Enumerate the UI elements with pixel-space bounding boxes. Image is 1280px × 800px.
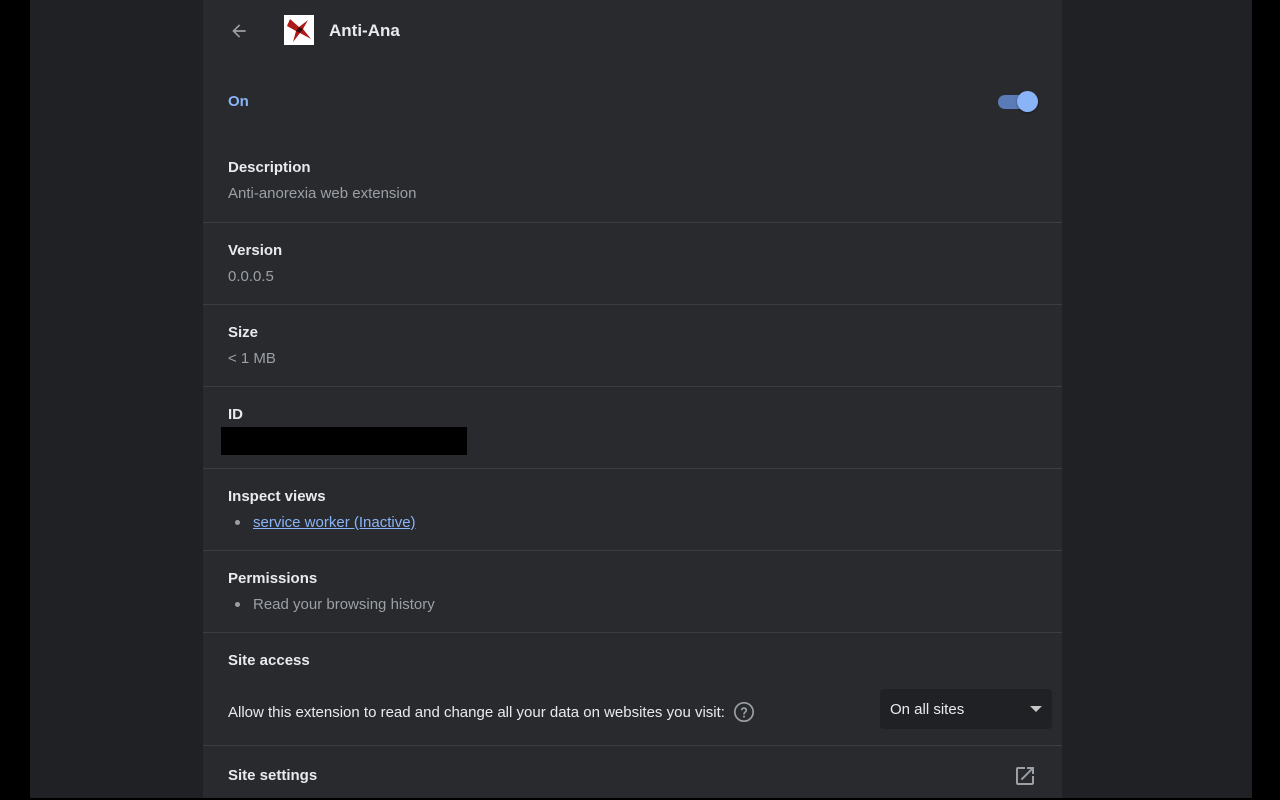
description-section: Description Anti-anorexia web extension: [203, 140, 1062, 222]
id-redacted-value: [221, 427, 467, 455]
extension-title: Anti-Ana: [329, 21, 400, 40]
description-value: Anti-anorexia web extension: [228, 185, 417, 202]
size-section: Size < 1 MB: [203, 304, 1062, 386]
toggle-knob: [1017, 91, 1038, 112]
arrow-left-icon: [232, 24, 246, 38]
site-settings-row[interactable]: Site settings: [203, 745, 1062, 798]
version-title: Version: [228, 242, 283, 259]
id-title: ID: [228, 406, 243, 423]
list-item: Read your browsing history: [235, 596, 435, 613]
help-circle-icon[interactable]: [733, 701, 755, 723]
enable-toggle[interactable]: [998, 91, 1038, 113]
site-access-description: Allow this extension to read and change …: [228, 701, 755, 723]
back-button[interactable]: [225, 17, 253, 45]
details-header: Anti-Ana: [203, 0, 1062, 62]
extension-logo: [284, 15, 314, 45]
bullet-icon: [235, 602, 240, 607]
chevron-down-icon: [1030, 706, 1042, 712]
description-title: Description: [228, 159, 311, 176]
site-access-title: Site access: [228, 652, 310, 669]
permission-text: Read your browsing history: [253, 596, 435, 613]
site-access-section: Site access Allow this extension to read…: [203, 632, 1062, 745]
site-settings-label: Site settings: [228, 767, 318, 784]
size-value: < 1 MB: [228, 350, 276, 367]
list-item: service worker (Inactive): [235, 514, 416, 531]
id-section: ID: [203, 386, 1062, 468]
permissions-section: Permissions Read your browsing history: [203, 550, 1062, 632]
enable-row: On: [203, 62, 1062, 140]
size-title: Size: [228, 324, 259, 341]
site-access-text: Allow this extension to read and change …: [228, 703, 725, 721]
inspect-views-section: Inspect views service worker (Inactive): [203, 468, 1062, 550]
version-value: 0.0.0.5: [228, 268, 274, 285]
open-in-new-icon[interactable]: [1013, 764, 1037, 788]
permissions-title: Permissions: [228, 570, 318, 587]
bullet-icon: [235, 520, 240, 525]
enable-status-label: On: [228, 93, 249, 110]
site-access-selected-value: On all sites: [890, 701, 965, 718]
site-access-select[interactable]: On all sites: [880, 689, 1052, 729]
version-section: Version 0.0.0.5: [203, 222, 1062, 304]
service-worker-link[interactable]: service worker (Inactive): [253, 514, 416, 531]
extension-details-card: Anti-Ana On Description Anti-anorexia we…: [203, 0, 1062, 798]
inspect-views-title: Inspect views: [228, 488, 326, 505]
